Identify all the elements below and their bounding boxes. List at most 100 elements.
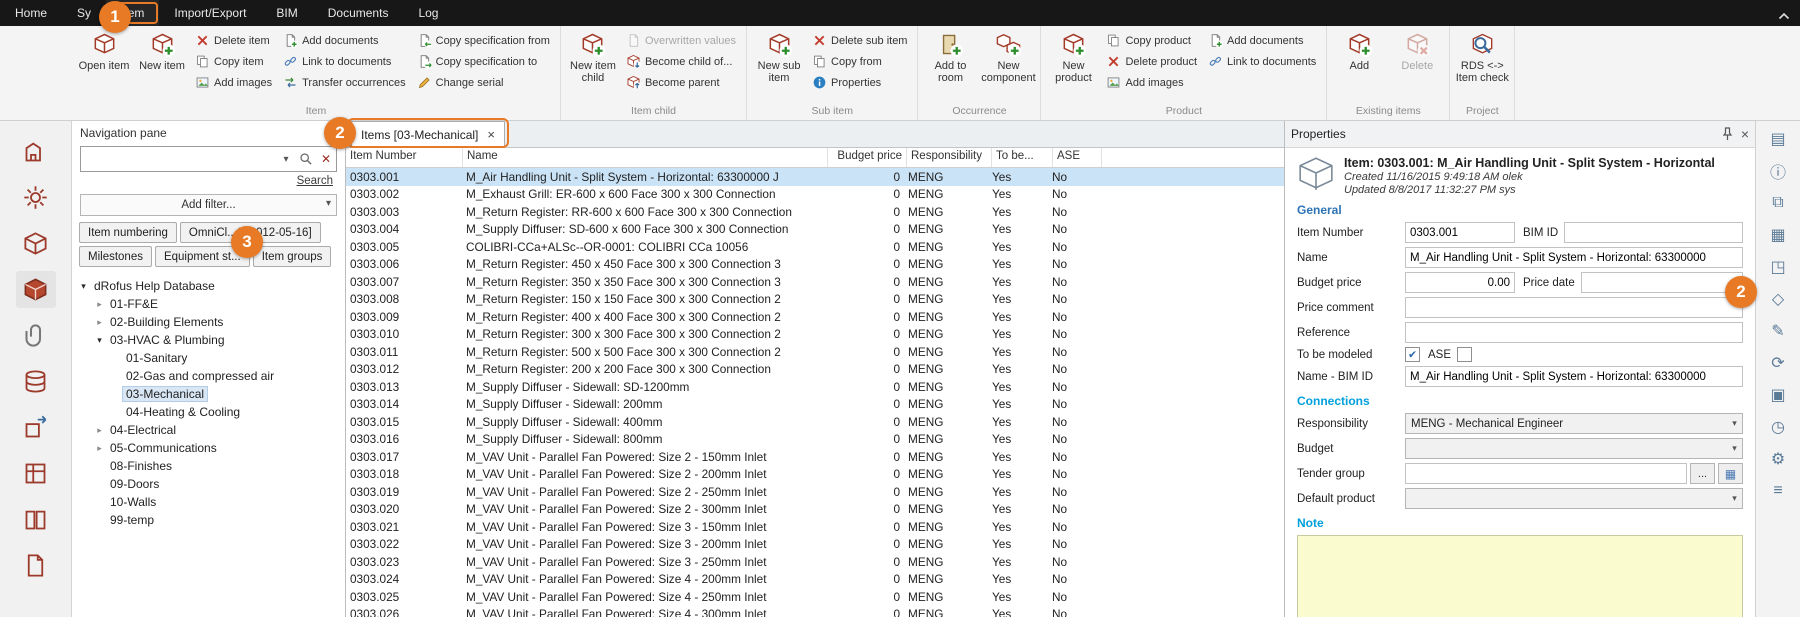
tree-node-02-building-elements[interactable]: ▸02-Building Elements [72,313,345,331]
table-row[interactable]: 0303.018M_VAV Unit - Parallel Fan Powere… [346,466,1284,484]
add-button[interactable]: Add [1330,28,1388,72]
attachments-icon[interactable] [16,317,56,354]
table-row[interactable]: 0303.003M_Return Register: RR-600 x 600 … [346,203,1284,221]
search-link[interactable]: Search [72,172,345,187]
table-row[interactable]: 0303.017M_VAV Unit - Parallel Fan Powere… [346,448,1284,466]
column-header-item-number[interactable]: Item Number [346,148,463,167]
documents-icon[interactable] [16,547,56,584]
reference-input[interactable] [1405,322,1743,343]
classification-icon[interactable]: ▦ [1765,223,1791,247]
table-row[interactable]: 0303.021M_VAV Unit - Parallel Fan Powere… [346,518,1284,536]
table-row[interactable]: 0303.026M_VAV Unit - Parallel Fan Powere… [346,606,1284,617]
ase-checkbox[interactable] [1457,347,1472,362]
tree-node-04-electrical[interactable]: ▸04-Electrical [72,421,345,439]
tender-group-select-button[interactable]: ▦ [1718,463,1743,484]
column-header-budget-price[interactable]: Budget price [828,148,907,167]
table-row[interactable]: 0303.002M_Exhaust Grill: ER-600 x 600 Fa… [346,186,1284,204]
transfer-occurrences-button[interactable]: Transfer occurrences [281,72,411,93]
name-bim-id-input[interactable] [1405,366,1743,387]
occurrences-icon[interactable]: ◳ [1765,255,1791,279]
table-row[interactable]: 0303.005COLIBRI-CCa+ALSc--OR-0001: COLIB… [346,238,1284,256]
note-textarea[interactable] [1297,535,1743,617]
table-row[interactable]: 0303.009M_Return Register: 400 x 400 Fac… [346,308,1284,326]
tree-node-10-walls[interactable]: 10-Walls [72,493,345,511]
filter-tab-item-numbering[interactable]: Item numbering [79,222,177,243]
filter-tab-milestones[interactable]: Milestones [79,246,152,267]
delete-item-button[interactable]: Delete item [193,30,277,51]
copy-product-button[interactable]: Copy product [1104,30,1202,51]
tree-node-09-doors[interactable]: 09-Doors [72,475,345,493]
delete-product-button[interactable]: Delete product [1104,51,1202,72]
expanded-arrow-icon[interactable]: ▾ [76,281,91,292]
name-input[interactable] [1405,247,1743,268]
become-parent-button[interactable]: Become parent [624,72,741,93]
datasheet-icon[interactable]: ▤ [1765,127,1791,151]
table-row[interactable]: 0303.016M_Supply Diffuser - Sidewall: 80… [346,431,1284,449]
column-header-responsibility[interactable]: Responsibility [907,148,992,167]
tab-items-03-mechanical[interactable]: Items [03-Mechanical] × [351,121,505,147]
collapsed-arrow-icon[interactable]: ▸ [92,425,107,436]
search-input[interactable] [81,152,276,166]
budget-dropdown[interactable]: ▾ [1405,438,1743,459]
table-row[interactable]: 0303.012M_Return Register: 200 x 200 Fac… [346,361,1284,379]
filter-tab-item-groups[interactable]: Item groups [253,246,332,267]
table-row[interactable]: 0303.022M_VAV Unit - Parallel Fan Powere… [346,536,1284,554]
list-icon[interactable]: ≡ [1765,479,1791,503]
price-comment-input[interactable] [1405,297,1743,318]
budget-price-input[interactable] [1405,272,1515,293]
become-child-of-button[interactable]: Become child of... [624,51,741,72]
tree-node-08-finishes[interactable]: 08-Finishes [72,457,345,475]
collapsed-arrow-icon[interactable]: ▸ [92,443,107,454]
new-component-button[interactable]: New component [979,28,1037,85]
link-to-documents-button[interactable]: Link to documents [1206,51,1321,72]
column-header-name[interactable]: Name [463,148,828,167]
table-row[interactable]: 0303.020M_VAV Unit - Parallel Fan Powere… [346,501,1284,519]
column-header-to-be[interactable]: To be... [992,148,1053,167]
rds-item-check-button[interactable]: RDS <-> Item check [1453,28,1511,85]
tree-node-04-heating-cooling[interactable]: 04-Heating & Cooling [72,403,345,421]
components-icon[interactable]: ▣ [1765,383,1791,407]
ribbon-collapse-icon[interactable] [1778,9,1790,23]
functions-icon[interactable] [16,225,56,262]
pin-icon[interactable] [1722,127,1733,141]
tender-group-input[interactable] [1405,463,1687,484]
tree-node-03-hvac-plumbing[interactable]: ▾03-HVAC & Plumbing [72,331,345,349]
delete-sub-item-button[interactable]: Delete sub item [810,30,912,51]
close-icon[interactable]: × [1741,126,1749,142]
item-number-input[interactable] [1405,222,1515,243]
copy-specification-to-button[interactable]: Copy specification to [415,51,555,72]
column-header-ase[interactable]: ASE [1053,148,1102,167]
tree-node-01-ff-e[interactable]: ▸01-FF&E [72,295,345,313]
table-row[interactable]: 0303.019M_VAV Unit - Parallel Fan Powere… [346,483,1284,501]
info-icon[interactable]: ⓘ [1765,159,1791,183]
classification-icon[interactable] [16,501,56,538]
add-images-button[interactable]: Add images [1104,72,1202,93]
tree-node-drofus-help-database[interactable]: ▾dRofus Help Database [72,277,345,295]
table-row[interactable]: 0303.023M_VAV Unit - Parallel Fan Powere… [346,553,1284,571]
default-product-dropdown[interactable]: ▾ [1405,488,1743,509]
logistics-icon[interactable] [16,409,56,446]
database-icon[interactable] [16,363,56,400]
new-product-button[interactable]: New product [1044,28,1102,85]
menu-item-bim[interactable]: BIM [261,0,312,26]
table-row[interactable]: 0303.010M_Return Register: 300 x 300 Fac… [346,326,1284,344]
search-history-dropdown-icon[interactable]: ▾ [276,147,296,171]
items-icon[interactable] [16,271,56,308]
copy-specification-from-button[interactable]: Copy specification from [415,30,555,51]
tree-node-99-temp[interactable]: 99-temp [72,511,345,529]
new-sub-item-button[interactable]: New sub item [750,28,808,85]
products-icon[interactable]: ◇ [1765,287,1791,311]
copy-item-button[interactable]: Copy item [193,51,277,72]
add-documents-button[interactable]: Add documents [281,30,411,51]
collapsed-arrow-icon[interactable]: ▸ [92,299,107,310]
tree-node-01-sanitary[interactable]: 01-Sanitary [72,349,345,367]
table-row[interactable]: 0303.011M_Return Register: 500 x 500 Fac… [346,343,1284,361]
log-icon[interactable]: ◷ [1765,415,1791,439]
link-to-documents-button[interactable]: Link to documents [281,51,411,72]
expanded-arrow-icon[interactable]: ▾ [92,335,107,346]
table-row[interactable]: 0303.025M_VAV Unit - Parallel Fan Powere… [346,588,1284,606]
search-icon[interactable] [296,147,316,171]
menu-item-log[interactable]: Log [403,0,453,26]
change-serial-button[interactable]: Change serial [415,72,555,93]
new-item-child-button[interactable]: New item child [564,28,622,85]
